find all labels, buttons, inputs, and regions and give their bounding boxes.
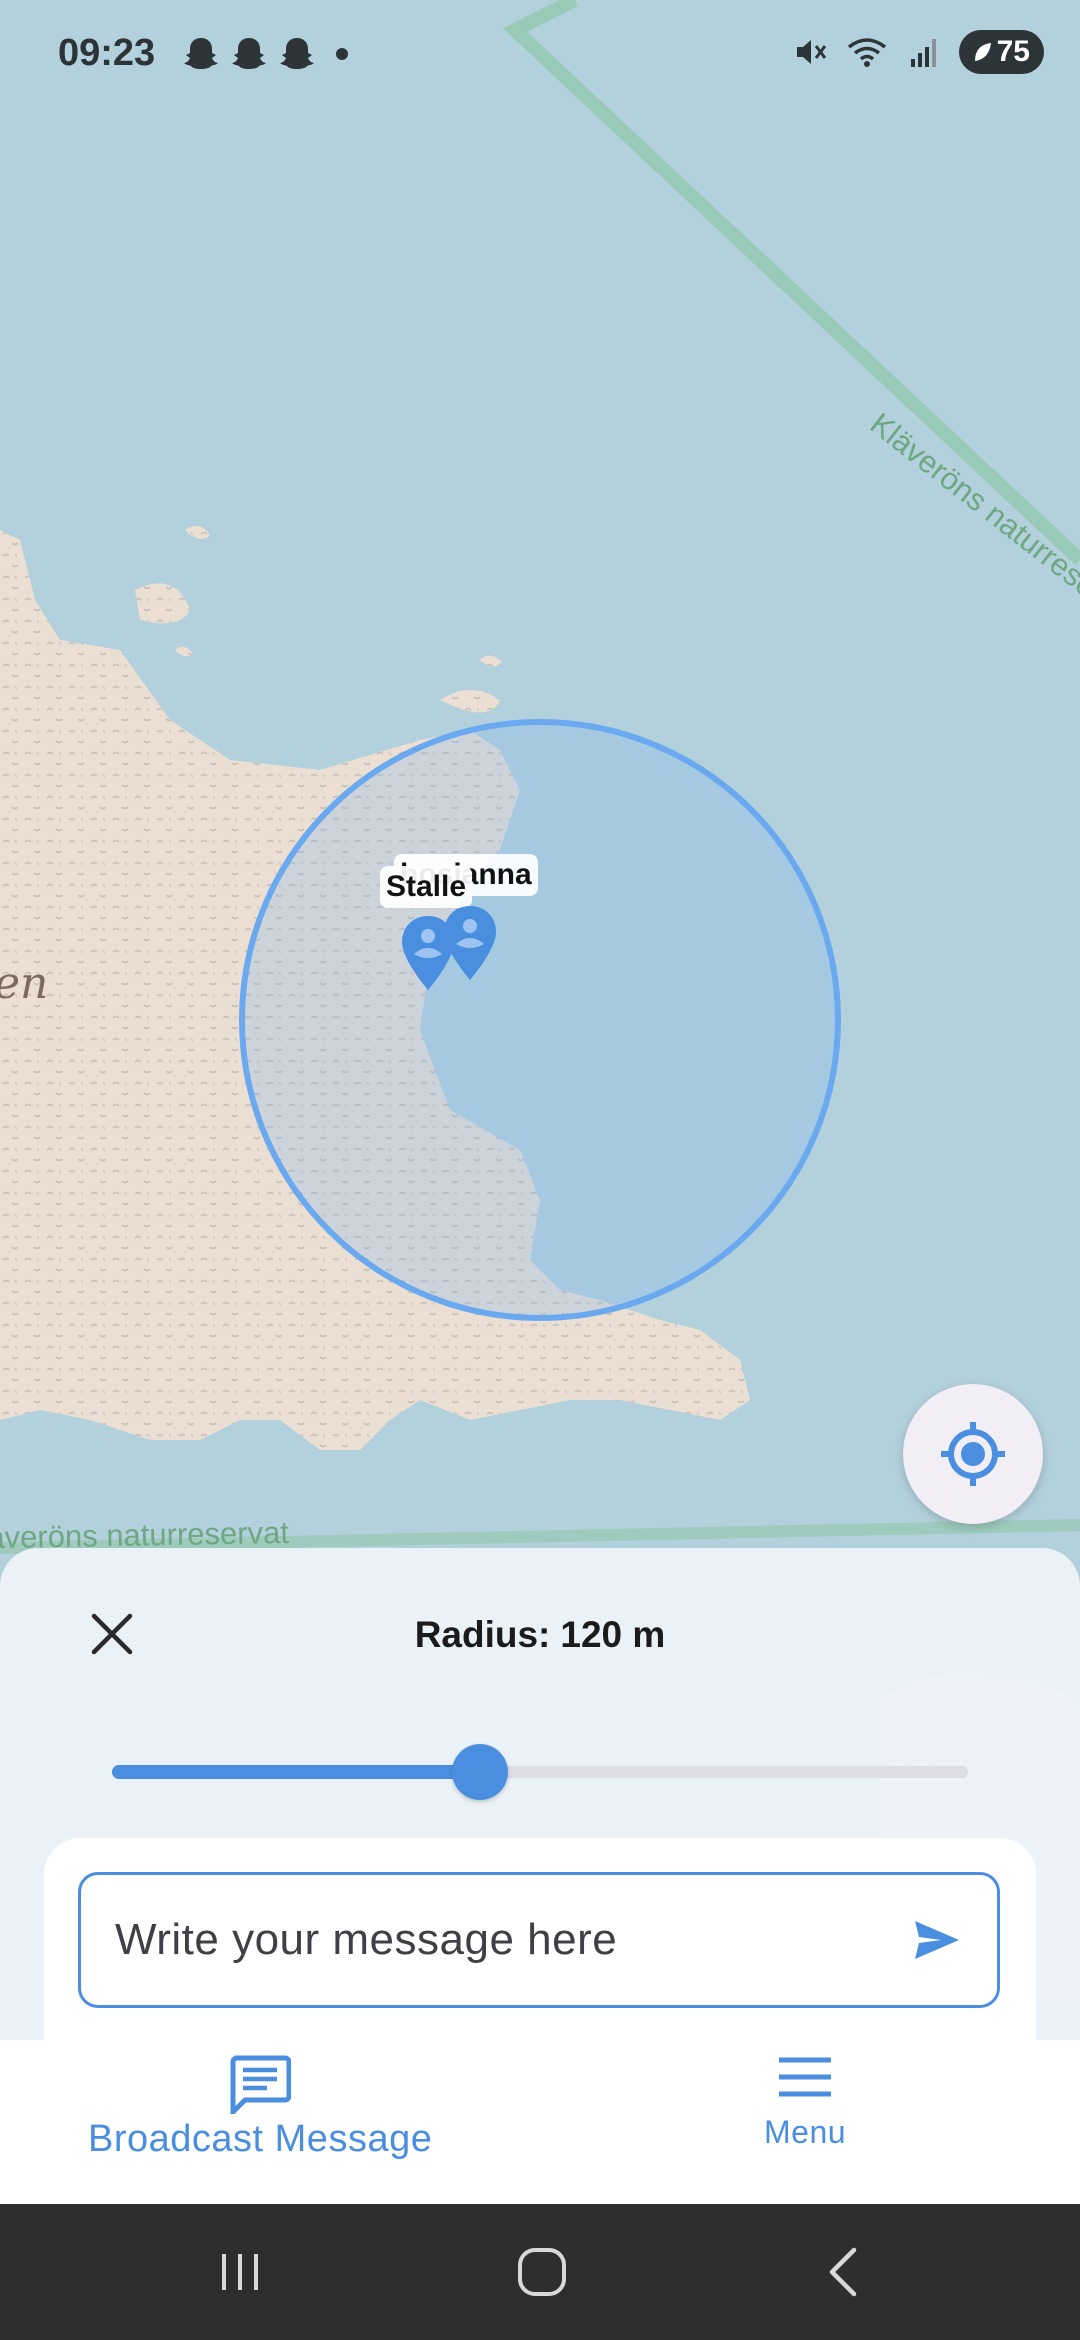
snapchat-icon bbox=[184, 38, 218, 69]
status-right-icons: 75 bbox=[793, 30, 1044, 74]
recent-apps-icon bbox=[222, 2254, 258, 2290]
chat-bubble-icon bbox=[230, 2055, 292, 2114]
island-label-fragment: en bbox=[0, 958, 48, 1009]
recent-apps-button[interactable] bbox=[200, 2234, 280, 2310]
notification-icons bbox=[182, 34, 356, 72]
wifi-icon bbox=[847, 38, 886, 67]
slider-thumb[interactable] bbox=[452, 1744, 509, 1800]
mute-icon bbox=[796, 40, 826, 64]
nav-menu[interactable]: Menu bbox=[764, 2054, 846, 2151]
my-location-icon bbox=[941, 1422, 1005, 1486]
system-navigation-bar bbox=[0, 2204, 1080, 2340]
bottom-navigation: Broadcast Message Menu bbox=[0, 2040, 1080, 2204]
user-pin-icon[interactable] bbox=[400, 914, 456, 992]
radius-label: Radius: 120 m bbox=[0, 1614, 1080, 1656]
radius-value: 120 m bbox=[560, 1614, 666, 1655]
radius-circle bbox=[239, 719, 841, 1321]
back-icon bbox=[829, 2247, 857, 2297]
snapchat-icon bbox=[280, 38, 314, 69]
nav-menu-label: Menu bbox=[764, 2114, 847, 2150]
slider-active-track bbox=[112, 1765, 481, 1779]
send-button[interactable] bbox=[907, 1910, 967, 1970]
hamburger-menu-icon bbox=[779, 2057, 832, 2097]
my-location-button[interactable] bbox=[903, 1384, 1043, 1524]
status-bar: 09:23 75 bbox=[0, 0, 1080, 110]
radius-slider[interactable] bbox=[112, 1744, 968, 1800]
signal-icon bbox=[910, 39, 936, 67]
nav-broadcast-message[interactable]: Broadcast Message bbox=[88, 2054, 432, 2161]
battery-level: 75 bbox=[996, 35, 1030, 68]
radius-label-text: Radius: bbox=[414, 1614, 551, 1655]
message-field[interactable] bbox=[78, 1872, 1000, 2008]
back-button[interactable] bbox=[804, 2234, 884, 2310]
battery-indicator: 75 bbox=[958, 30, 1044, 74]
dot-icon bbox=[336, 48, 348, 60]
battery-saver-leaf-icon bbox=[974, 43, 991, 61]
snapchat-icon bbox=[232, 38, 266, 69]
nav-broadcast-label: Broadcast Message bbox=[88, 2118, 433, 2160]
marker-label-stalle: Stalle bbox=[380, 866, 473, 908]
home-icon bbox=[518, 2248, 566, 2296]
status-time: 09:23 bbox=[58, 32, 156, 74]
home-button[interactable] bbox=[502, 2234, 582, 2310]
message-input[interactable] bbox=[115, 1915, 907, 1965]
send-icon bbox=[915, 1921, 959, 1959]
